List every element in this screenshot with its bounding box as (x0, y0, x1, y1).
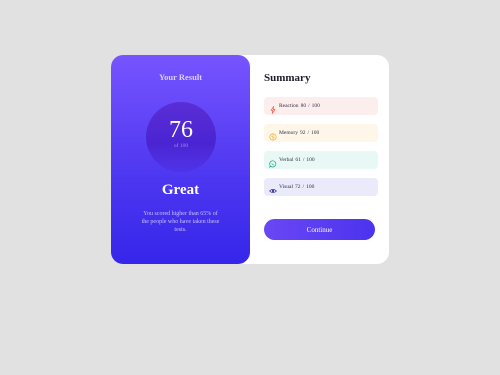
score-separator: / (302, 184, 305, 190)
eye-icon (269, 182, 277, 193)
score-separator: / (302, 157, 305, 163)
summary-item-visual: Visual 72 / 100 (264, 178, 378, 196)
continue-button[interactable]: Continue (264, 219, 375, 240)
chat-icon (269, 155, 277, 169)
summary-item-total: 100 (306, 184, 315, 190)
score-value: 76 (169, 117, 193, 143)
summary-item-label: Memory (279, 130, 298, 136)
summary-item-label: Visual (279, 184, 294, 190)
summary-item-total: 100 (306, 157, 315, 163)
summary-item-total: 100 (311, 103, 320, 109)
summary-item-label: Verbal (279, 157, 294, 163)
summary-item-score: 80 (300, 103, 307, 109)
summary-item-verbal: Verbal 61 / 100 (264, 151, 378, 169)
brain-icon (269, 128, 277, 141)
summary-item-total: 100 (310, 130, 320, 136)
summary-list: Reaction 80 / 100 Memory 92 / 100 Verbal… (264, 97, 378, 205)
summary-item-memory: Memory 92 / 100 (264, 124, 378, 142)
rating-label: Great (161, 182, 200, 198)
summary-item-score: 92 (299, 130, 306, 136)
summary-title: Summary (264, 72, 311, 84)
results-summary-card: Your Result 76 of 100 Great You scored h… (111, 55, 389, 264)
score-of: of 100 (173, 143, 189, 149)
result-panel: Your Result 76 of 100 Great You scored h… (111, 55, 250, 264)
result-description: You scored higher than 65% of the people… (141, 211, 220, 233)
result-title: Your Result (158, 72, 203, 82)
summary-item-score: 61 (295, 157, 301, 163)
score-separator: / (308, 103, 310, 109)
summary-item-score: 72 (295, 184, 301, 190)
summary-item-label: Reaction (279, 103, 299, 109)
score-separator: / (307, 130, 309, 136)
lightning-icon (269, 101, 277, 114)
summary-item-reaction: Reaction 80 / 100 (264, 97, 378, 115)
score-circle: 76 of 100 (146, 102, 216, 172)
